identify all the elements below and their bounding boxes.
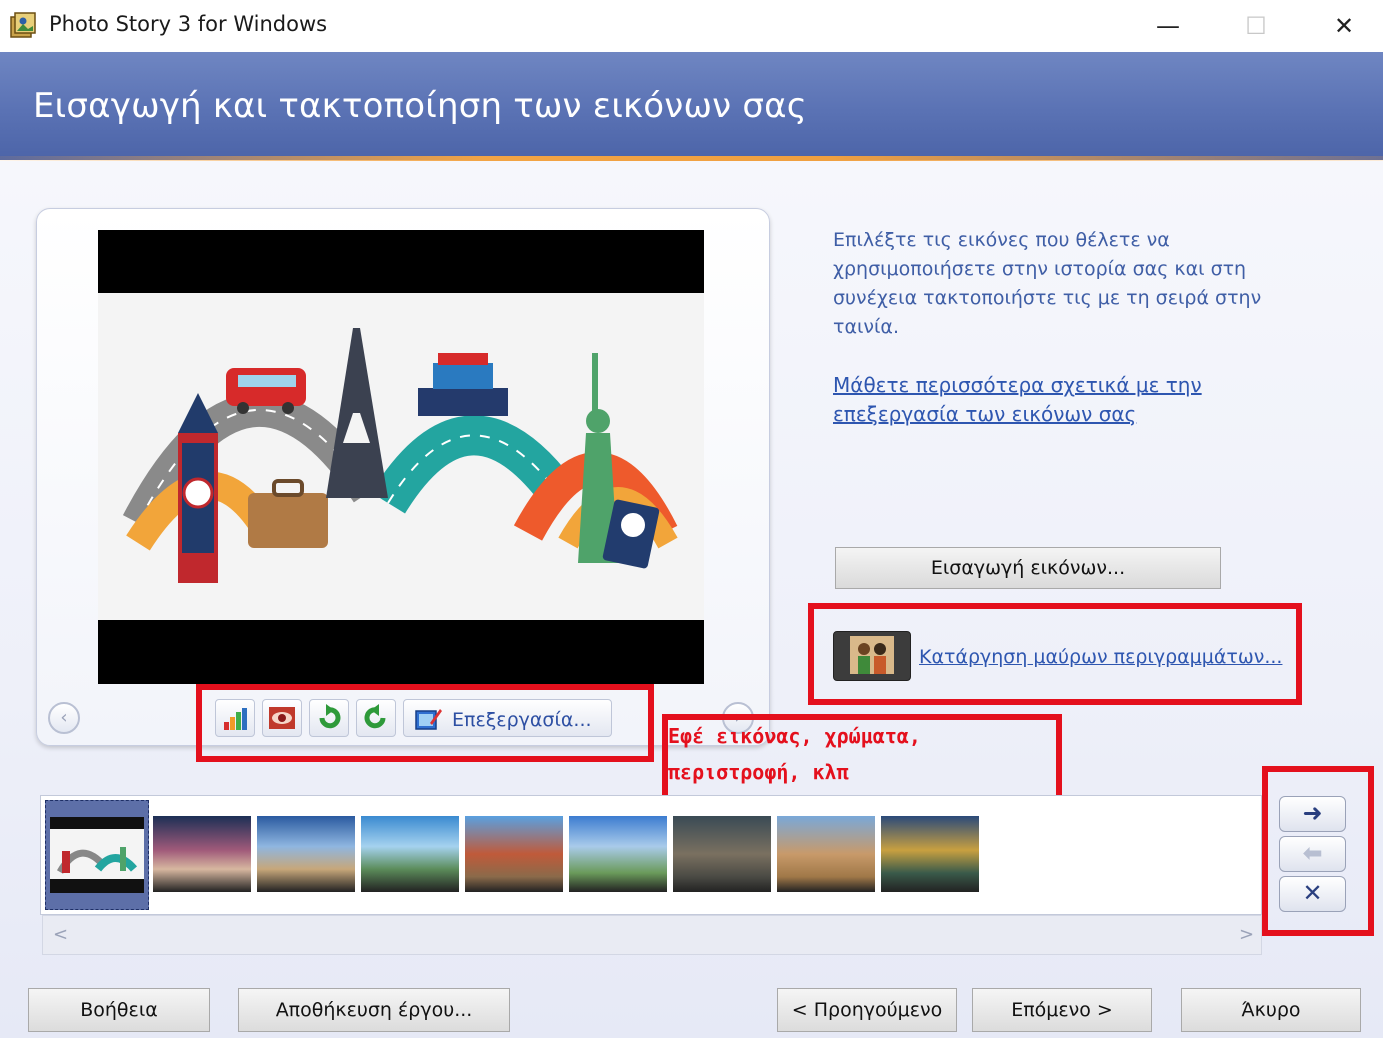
page-title: Εισαγωγή και τακτοποίηση των εικόνων σας [33, 86, 807, 126]
filmstrip-thumbnail[interactable] [777, 816, 875, 892]
travel-collage-illustration [122, 328, 678, 583]
learn-more-link[interactable]: Μάθετε περισσότερα σχετικά με την επεξερ… [833, 371, 1253, 429]
cancel-button[interactable]: Άκυρο [1181, 988, 1361, 1032]
delete-picture-button[interactable]: ✕ [1279, 876, 1346, 912]
annotation-toolbar-highlight [196, 684, 654, 762]
close-button[interactable]: ✕ [1300, 0, 1383, 52]
window-title: Photo Story 3 for Windows [49, 12, 328, 36]
preview-image [98, 230, 704, 684]
annotation-borders-highlight [808, 603, 1302, 705]
filmstrip-thumbnail[interactable] [361, 816, 459, 892]
minimize-button[interactable]: — [1124, 0, 1212, 52]
filmstrip-thumbnail[interactable] [153, 816, 251, 892]
filmstrip-thumbnail[interactable] [673, 816, 771, 892]
help-button[interactable]: Βοήθεια [28, 988, 210, 1032]
filmstrip-scrollbar[interactable]: < > [42, 915, 1262, 955]
filmstrip-thumbnail[interactable] [45, 800, 149, 910]
move-left-button[interactable]: ⬅ [1279, 836, 1346, 872]
import-pictures-button[interactable]: Εισαγωγή εικόνων... [835, 547, 1221, 589]
save-project-button[interactable]: Αποθήκευση έργου... [238, 988, 510, 1032]
title-bar: Photo Story 3 for Windows — ☐ ✕ [0, 0, 1383, 52]
annotation-note: Εφέ εικόνας, χρώματα, περιστροφή, κλπ [668, 718, 921, 790]
filmstrip-thumbnail[interactable] [465, 816, 563, 892]
filmstrip-thumbnail[interactable] [881, 816, 979, 892]
filmstrip [40, 795, 1262, 915]
previous-button[interactable]: < Προηγούμενο [777, 988, 957, 1032]
photo-story-app-icon [10, 12, 36, 38]
thumbnail-picture [50, 817, 144, 893]
annotation-line-1: Εφέ εικόνας, χρώματα, [668, 724, 921, 748]
previous-picture-button[interactable]: ‹ [48, 702, 80, 734]
filmstrip-thumbnail[interactable] [569, 816, 667, 892]
maximize-button[interactable]: ☐ [1212, 0, 1300, 52]
filmstrip-thumbnail[interactable] [257, 816, 355, 892]
scroll-right-arrow[interactable]: > [1239, 924, 1254, 945]
scroll-left-arrow[interactable]: < [53, 924, 68, 945]
move-right-button[interactable]: ➜ [1279, 796, 1346, 832]
next-button[interactable]: Επόμενο > [972, 988, 1152, 1032]
annotation-line-2: περιστροφή, κλπ [668, 760, 849, 784]
preview-picture [98, 293, 704, 620]
instructions-text: Επιλέξτε τις εικόνες που θέλετε να χρησι… [833, 229, 1262, 338]
